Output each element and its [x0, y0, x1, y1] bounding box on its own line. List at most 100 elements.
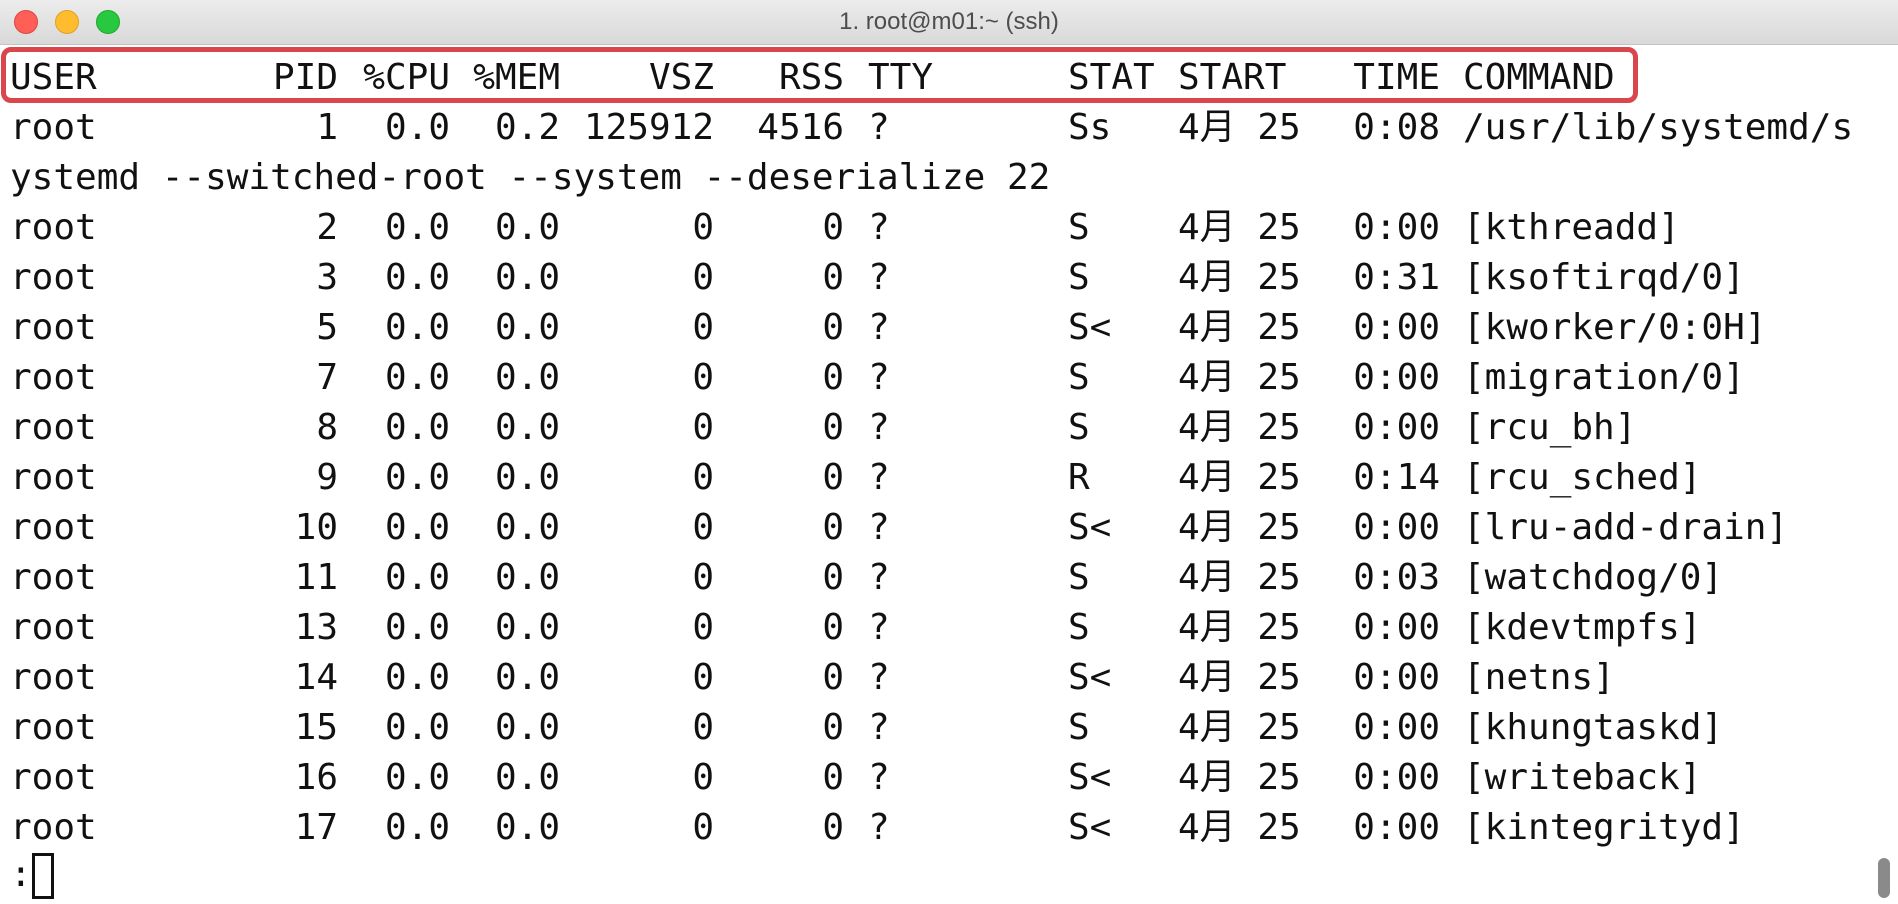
cell-pid: 7: [316, 357, 338, 398]
cell-pid: 3: [316, 257, 338, 298]
cell-tty: ?: [868, 607, 890, 648]
cell-rss: 0: [822, 207, 844, 248]
cell-start: 4月 25: [1178, 507, 1301, 548]
cell-time: 0:00: [1353, 807, 1440, 848]
cell-user: root: [10, 407, 97, 448]
cell-start: 4月 25: [1178, 407, 1301, 448]
cell-command: [kworker/0:0H]: [1463, 307, 1767, 348]
terminal-output[interactable]: USER PID %CPU %MEM VSZ RSS TTY STAT STAR…: [0, 45, 1898, 904]
cell-mem: 0.0: [494, 507, 560, 548]
cell-command: [kintegrityd]: [1463, 807, 1745, 848]
cell-tty: ?: [868, 207, 890, 248]
cell-rss: 0: [822, 757, 844, 798]
cell-stat: S<: [1068, 657, 1112, 698]
cell-user: root: [10, 757, 97, 798]
cell-pid: 17: [294, 807, 338, 848]
cell-vsz: 125912: [583, 107, 714, 148]
window-title: 1. root@m01:~ (ssh): [839, 8, 1059, 35]
cell-command: [migration/0]: [1463, 357, 1745, 398]
cell-mem: 0.0: [494, 357, 560, 398]
cell-tty: ?: [868, 107, 890, 148]
cell-rss: 0: [822, 457, 844, 498]
cell-time: 0:00: [1353, 607, 1440, 648]
cell-stat: Ss: [1068, 107, 1112, 148]
cell-rss: 0: [822, 807, 844, 848]
cell-rss: 0: [822, 707, 844, 748]
cell-user: root: [10, 807, 97, 848]
cell-tty: ?: [868, 407, 890, 448]
terminal-window: 1. root@m01:~ (ssh) USER PID %CPU %MEM V…: [0, 0, 1898, 904]
cell-time: 0:00: [1353, 507, 1440, 548]
cell-tty: ?: [868, 257, 890, 298]
cell-mem: 0.0: [494, 407, 560, 448]
cell-start: 4月 25: [1178, 357, 1301, 398]
cell-time: 0:00: [1353, 757, 1440, 798]
cell-pid: 5: [316, 307, 338, 348]
cell-stat: S: [1068, 257, 1090, 298]
cell-time: 0:14: [1353, 457, 1440, 498]
cell-mem: 0.0: [494, 307, 560, 348]
cell-vsz: 0: [692, 607, 714, 648]
cell-rss: 0: [822, 307, 844, 348]
cell-time: 0:00: [1353, 357, 1440, 398]
cell-mem: 0.0: [494, 207, 560, 248]
text-cursor[interactable]: [32, 853, 54, 899]
cell-cpu: 0.0: [384, 207, 450, 248]
cell-command: [ksoftirqd/0]: [1463, 257, 1745, 298]
cell-command: [netns]: [1463, 657, 1615, 698]
cell-vsz: 0: [692, 407, 714, 448]
cell-tty: ?: [868, 307, 890, 348]
cell-start: 4月 25: [1178, 807, 1301, 848]
cell-pid: 1: [316, 107, 338, 148]
cell-user: root: [10, 207, 97, 248]
cell-pid: 8: [316, 407, 338, 448]
cell-user: root: [10, 357, 97, 398]
cell-pid: 15: [294, 707, 338, 748]
cell-tty: ?: [868, 707, 890, 748]
cell-mem: 0.0: [494, 257, 560, 298]
cell-user: root: [10, 707, 97, 748]
cell-cpu: 0.0: [384, 557, 450, 598]
scrollbar-thumb[interactable]: [1878, 858, 1890, 898]
cell-stat: S: [1068, 557, 1090, 598]
cell-stat: S: [1068, 707, 1090, 748]
cell-start: 4月 25: [1178, 657, 1301, 698]
cell-user: root: [10, 457, 97, 498]
cell-start: 4月 25: [1178, 307, 1301, 348]
cell-rss: 0: [822, 257, 844, 298]
cell-user: root: [10, 557, 97, 598]
cell-rss: 0: [822, 657, 844, 698]
cell-pid: 13: [294, 607, 338, 648]
cell-cpu: 0.0: [384, 307, 450, 348]
cell-start: 4月 25: [1178, 107, 1301, 148]
cell-stat: S<: [1068, 507, 1112, 548]
title-bar[interactable]: 1. root@m01:~ (ssh): [0, 0, 1898, 45]
cell-rss: 0: [822, 607, 844, 648]
cell-mem: 0.0: [494, 757, 560, 798]
cell-rss: 0: [822, 407, 844, 448]
cell-time: 0:08: [1353, 107, 1440, 148]
cell-start: 4月 25: [1178, 557, 1301, 598]
cell-stat: S<: [1068, 307, 1112, 348]
cell-time: 0:00: [1353, 407, 1440, 448]
cell-cpu: 0.0: [384, 757, 450, 798]
cell-mem: 0.0: [494, 457, 560, 498]
cell-pid: 2: [316, 207, 338, 248]
cell-mem: 0.0: [494, 657, 560, 698]
cell-tty: ?: [868, 507, 890, 548]
cell-pid: 9: [316, 457, 338, 498]
cell-user: root: [10, 507, 97, 548]
cell-command: [watchdog/0]: [1463, 557, 1724, 598]
cell-cpu: 0.0: [384, 357, 450, 398]
cell-cpu: 0.0: [384, 257, 450, 298]
cell-tty: ?: [868, 657, 890, 698]
cell-start: 4月 25: [1178, 607, 1301, 648]
cell-vsz: 0: [692, 507, 714, 548]
cell-tty: ?: [868, 357, 890, 398]
cell-tty: ?: [868, 557, 890, 598]
cell-stat: S<: [1068, 807, 1112, 848]
cell-mem: 0.2: [494, 107, 560, 148]
cell-time: 0:31: [1353, 257, 1440, 298]
cell-cpu: 0.0: [384, 407, 450, 448]
cell-command: /usr/lib/systemd/s: [1463, 107, 1854, 148]
